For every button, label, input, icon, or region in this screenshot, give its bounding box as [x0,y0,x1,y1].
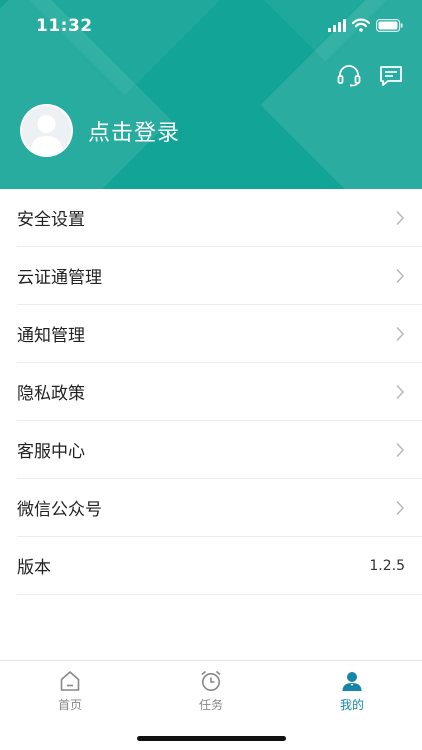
tab-mine[interactable]: 我的 [302,669,402,717]
menu-item-label: 微信公众号 [17,500,102,520]
chevron-right-icon [396,326,405,341]
chevron-right-icon [396,384,405,399]
chevron-right-icon [396,442,405,457]
settings-menu: 安全设置 云证通管理 通知管理 隐私政策 客服中心 微信公众号 版本 1.2.5 [0,189,422,595]
menu-item-cloud-cert-management[interactable]: 云证通管理 [17,247,422,305]
menu-item-privacy-policy[interactable]: 隐私政策 [17,363,422,421]
login-text: 点击登录 [88,120,181,146]
cellular-signal-icon [328,19,346,32]
home-indicator [137,736,286,741]
alarm-clock-icon [201,670,221,691]
tab-label: 首页 [57,698,82,712]
menu-item-wechat-official-account[interactable]: 微信公众号 [17,479,422,537]
messages-button[interactable] [378,64,404,88]
version-value: 1.2.5 [369,557,405,574]
menu-item-label: 隐私政策 [17,384,85,404]
menu-item-security-settings[interactable]: 安全设置 [17,189,422,247]
menu-item-label: 客服中心 [17,442,85,462]
customer-service-button[interactable] [336,64,362,88]
tab-tasks[interactable]: 任务 [161,669,261,717]
login-prompt[interactable]: 点击登录 [20,104,180,157]
chevron-right-icon [396,268,405,283]
tab-label: 任务 [198,698,223,712]
menu-item-customer-service[interactable]: 客服中心 [17,421,422,479]
chevron-right-icon [396,500,405,515]
home-icon [60,671,80,691]
avatar [20,104,73,157]
chevron-right-icon [396,210,405,225]
menu-item-version: 版本 1.2.5 [17,537,422,595]
battery-icon [376,19,403,32]
profile-header: 11:32 点击登录 [0,0,422,189]
tab-label: 我的 [339,698,364,712]
version-label: 版本 [17,558,51,578]
header-actions [336,64,404,88]
status-time: 11:32 [36,16,93,36]
menu-item-label: 云证通管理 [17,268,102,288]
menu-item-label: 安全设置 [17,210,85,230]
wifi-icon [352,18,370,32]
headset-icon [337,65,361,87]
menu-item-label: 通知管理 [17,326,85,346]
default-avatar-icon [30,115,63,155]
user-icon [342,672,362,691]
menu-item-notification-management[interactable]: 通知管理 [17,305,422,363]
status-bar: 11:32 [0,0,422,52]
tab-home[interactable]: 首页 [20,669,120,717]
message-icon [380,66,402,86]
